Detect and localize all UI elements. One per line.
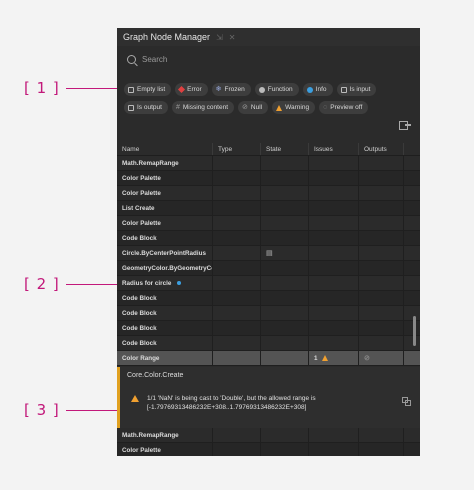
error-icon <box>178 85 186 94</box>
filter-missing-content[interactable]: # Missing content <box>171 101 235 114</box>
node-table: Math.RemapRange Color Palette Color Pale… <box>117 156 420 366</box>
column-issues[interactable]: Issues <box>309 143 359 155</box>
function-icon <box>258 86 265 93</box>
filter-row-2: Is output # Missing content ⊘ Null Warning… <box>124 101 369 114</box>
warning-message: 1/1 'NaN' is being cast to 'Double', but… <box>147 395 316 411</box>
warning-icon <box>321 355 328 361</box>
table-row[interactable]: Code Block <box>117 291 420 306</box>
filter-is-input[interactable]: Is input <box>336 83 377 96</box>
filter-row-1: Empty list Error ❄ Frozen Function Info I… <box>124 83 377 96</box>
missing-content-icon: # <box>175 103 180 111</box>
panel-titlebar: Graph Node Manager ⇲ ✕ <box>117 28 420 46</box>
filter-empty-list[interactable]: Empty list <box>124 83 172 96</box>
search-bar[interactable]: Search <box>123 52 414 66</box>
filter-null[interactable]: ⊘ Null <box>238 101 269 114</box>
table-row[interactable]: Color Palette <box>117 171 420 186</box>
preview-off-icon: ◌ <box>323 103 328 111</box>
table-row[interactable]: Code Block <box>117 321 420 336</box>
table-row[interactable]: List Create <box>117 201 420 216</box>
pin-icon[interactable]: ⇲ <box>216 33 223 42</box>
preview-off-icon: ⊘ <box>364 355 370 362</box>
filter-error[interactable]: Error <box>175 83 208 96</box>
table-row[interactable]: Math.RemapRange <box>117 156 420 171</box>
search-icon <box>127 54 136 64</box>
callout-1-line <box>66 88 121 89</box>
info-dot-icon <box>177 281 182 285</box>
filter-warning[interactable]: Warning <box>272 101 316 114</box>
warning-icon <box>131 395 139 402</box>
frozen-state-icon: ▤ <box>266 250 273 257</box>
callout-1: [ 1 ] <box>24 79 60 97</box>
table-row[interactable]: Code Block <box>117 306 420 321</box>
table-row[interactable]: GeometryColor.ByGeometryCol <box>117 261 420 276</box>
filter-frozen[interactable]: ❄ Frozen <box>211 83 251 96</box>
table-row-selected[interactable]: Color Range 1 ⊘ <box>117 351 420 366</box>
scrollbar-thumb[interactable] <box>413 316 416 346</box>
table-row[interactable]: Radius for circle <box>117 276 420 291</box>
filter-info[interactable]: Info <box>302 83 333 96</box>
table-row[interactable]: Color Palette <box>117 186 420 201</box>
table-header: Name Type State Issues Outputs <box>117 143 420 156</box>
detail-node-type: Core.Color.Create <box>127 372 184 379</box>
issue-count: 1 <box>314 354 318 362</box>
copy-icon[interactable] <box>402 397 411 406</box>
warning-icon <box>276 104 283 111</box>
table-row[interactable]: Color Palette <box>117 443 420 456</box>
close-icon[interactable]: ✕ <box>229 33 236 42</box>
table-row[interactable]: Math.RemapRange <box>117 428 420 443</box>
table-row[interactable]: Code Block <box>117 336 420 351</box>
filter-is-output[interactable]: Is output <box>124 101 168 114</box>
table-row[interactable]: Code Block <box>117 231 420 246</box>
column-name[interactable]: Name <box>117 143 213 155</box>
callout-3: [ 3 ] <box>24 401 60 419</box>
node-table-continued: Math.RemapRange Color Palette <box>117 428 420 456</box>
is-input-icon <box>340 86 347 93</box>
search-input[interactable]: Search <box>142 55 167 64</box>
filter-preview-off[interactable]: ◌ Preview off <box>319 101 369 114</box>
column-state[interactable]: State <box>261 143 309 155</box>
column-type[interactable]: Type <box>213 143 261 155</box>
panel-title: Graph Node Manager <box>123 32 211 42</box>
table-row[interactable]: Color Palette <box>117 216 420 231</box>
filter-function[interactable]: Function <box>254 83 299 96</box>
graph-node-manager-panel: Graph Node Manager ⇲ ✕ Search Empty list… <box>117 28 420 456</box>
column-outputs[interactable]: Outputs <box>359 143 404 155</box>
callout-2: [ 2 ] <box>24 275 60 293</box>
frozen-icon: ❄ <box>215 85 222 93</box>
table-row[interactable]: Circle.ByCenterPointRadius ▤ <box>117 246 420 261</box>
null-icon: ⊘ <box>242 103 248 111</box>
info-icon <box>306 86 313 93</box>
is-output-icon <box>128 104 134 111</box>
export-icon[interactable] <box>399 121 411 130</box>
empty-list-icon <box>128 86 134 93</box>
